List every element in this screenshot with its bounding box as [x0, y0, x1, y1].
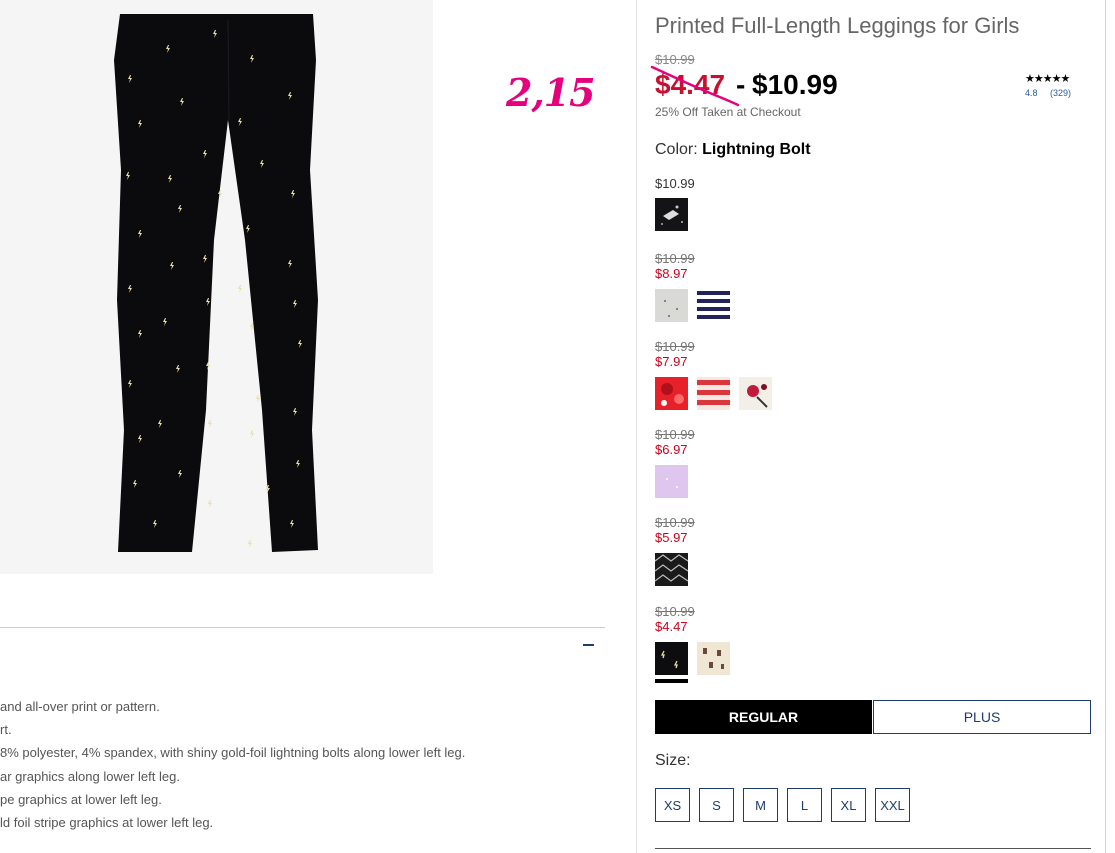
- swatch-black-glitter[interactable]: [655, 198, 688, 231]
- group-original-price: $10.99: [655, 339, 695, 354]
- swatch-lightning-bolt[interactable]: [655, 642, 688, 683]
- panel-divider: [636, 0, 637, 853]
- group-sale-price: $6.97: [655, 442, 688, 457]
- price-group: $10.99 $4.47: [655, 604, 730, 683]
- original-price: $10.99: [655, 52, 695, 67]
- color-label: Color:: [655, 141, 698, 158]
- fit-toggle: REGULAR PLUS: [655, 700, 1091, 734]
- group-price: $10.99: [655, 176, 695, 191]
- product-title: Printed Full-Length Leggings for Girls: [655, 13, 1020, 38]
- group-original-price: $10.99: [655, 427, 695, 442]
- size-l-button[interactable]: L: [787, 788, 822, 822]
- price-group: $10.99: [655, 176, 695, 231]
- detail-line: 8% polyester, 4% spandex, with shiny gol…: [0, 745, 466, 761]
- scroll-edge: [1105, 0, 1106, 853]
- fit-plus-button[interactable]: PLUS: [873, 700, 1091, 734]
- color-value: Lightning Bolt: [702, 141, 811, 158]
- review-count-link[interactable]: (329): [1050, 88, 1071, 98]
- swatch-lavender[interactable]: [655, 465, 688, 498]
- rating-score[interactable]: 4.8: [1025, 88, 1038, 98]
- size-m-button[interactable]: M: [743, 788, 778, 822]
- group-original-price: $10.99: [655, 604, 695, 619]
- swatch-red-stripe[interactable]: [697, 377, 730, 410]
- group-original-price: $10.99: [655, 515, 695, 530]
- group-sale-price: $5.97: [655, 530, 688, 545]
- price-separator: -: [736, 69, 746, 100]
- size-xl-button[interactable]: XL: [831, 788, 866, 822]
- swatch-cream-print[interactable]: [697, 642, 730, 675]
- regular-price: $10.99: [752, 69, 838, 100]
- size-label: Size:: [655, 752, 691, 769]
- detail-line: and all-over print or pattern.: [0, 699, 160, 714]
- details-divider: [0, 627, 605, 628]
- swatch-heather-gray[interactable]: [655, 289, 688, 322]
- size-options: XS S M L XL XXL: [655, 788, 910, 822]
- collapse-details-button[interactable]: [581, 638, 595, 652]
- discount-note: 25% Off Taken at Checkout: [655, 105, 801, 119]
- detail-line: pe graphics at lower left leg.: [0, 791, 162, 807]
- swatch-red-floral[interactable]: [655, 377, 688, 410]
- price-group: $10.99 $8.97: [655, 251, 730, 322]
- color-selection: Color: Lightning Bolt: [655, 141, 811, 159]
- group-original-price: $10.99: [655, 251, 695, 266]
- minus-icon: [582, 644, 594, 646]
- size-xxl-button[interactable]: XXL: [875, 788, 910, 822]
- rating-stars-icon[interactable]: ★★★★★: [1025, 72, 1070, 85]
- detail-line: ld foil stripe graphics at lower left le…: [0, 814, 214, 830]
- sale-price: $4.47: [655, 69, 726, 100]
- group-sale-price: $8.97: [655, 266, 688, 281]
- swatch-cream-floral[interactable]: [739, 377, 772, 410]
- product-image: [0, 0, 433, 574]
- price-group: $10.99 $7.97: [655, 339, 772, 410]
- size-xs-button[interactable]: XS: [655, 788, 690, 822]
- product-details-list: and all-over print or pattern. rt. 8% po…: [0, 695, 600, 834]
- price-group: $10.99 $6.97: [655, 427, 695, 498]
- swatch-black-geometric[interactable]: [655, 553, 688, 586]
- size-divider: [655, 848, 1091, 849]
- group-sale-price: $4.47: [655, 619, 688, 634]
- handwritten-annotation: 2,15: [506, 70, 596, 115]
- price-group: $10.99 $5.97: [655, 515, 695, 586]
- detail-line: rt.: [0, 722, 12, 738]
- group-sale-price: $7.97: [655, 354, 688, 369]
- detail-line: ar graphics along lower left leg.: [0, 768, 180, 784]
- size-s-button[interactable]: S: [699, 788, 734, 822]
- fit-regular-button[interactable]: REGULAR: [655, 700, 872, 734]
- swatch-navy-stripe[interactable]: [697, 289, 730, 322]
